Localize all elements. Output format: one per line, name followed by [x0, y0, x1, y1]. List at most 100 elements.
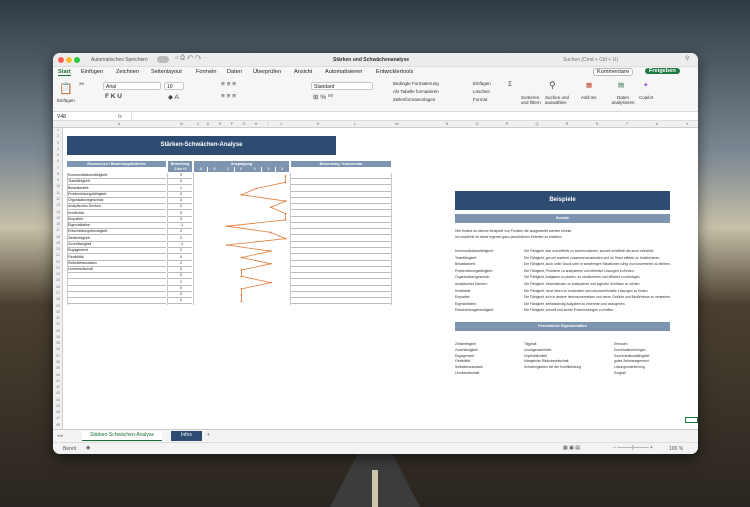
- row-header-21[interactable]: 21: [53, 253, 63, 259]
- criterion-name[interactable]: Teamfähigkeit:: [68, 179, 166, 186]
- row-header-34[interactable]: 34: [53, 335, 63, 341]
- conditional-format-button[interactable]: Bedingte Formatierung: [393, 81, 439, 86]
- criterion-comment[interactable]: [291, 255, 391, 261]
- criterion-rating[interactable]: 0: [168, 192, 192, 198]
- cell-styles-button[interactable]: Zellenformatvorlagen: [393, 97, 435, 102]
- row-header-29[interactable]: 29: [53, 304, 63, 310]
- criterion-comment[interactable]: [291, 211, 391, 217]
- row-header-42[interactable]: 42: [53, 385, 63, 391]
- col-header-P[interactable]: P: [492, 122, 522, 126]
- criterion-name[interactable]: Problemlösungsfähigkeit:: [68, 192, 166, 198]
- criterion-rating[interactable]: 3: [168, 211, 192, 217]
- tab-daten[interactable]: Daten: [227, 69, 242, 75]
- autosave-toggle[interactable]: [157, 56, 169, 63]
- row-header-48[interactable]: 48: [53, 423, 63, 429]
- criterion-rating[interactable]: 3: [168, 198, 192, 205]
- criterion-comment[interactable]: [291, 173, 391, 179]
- share-button[interactable]: Freigeben: [645, 68, 680, 74]
- row-header-32[interactable]: 32: [53, 322, 63, 328]
- criterion-name[interactable]: Zuverlässigkeit: [68, 242, 166, 248]
- align-icons[interactable]: ≡ ≡ ≡: [221, 81, 236, 88]
- row-header-7[interactable]: 7: [53, 166, 63, 172]
- sheet-tab-infos[interactable]: Infos: [171, 431, 202, 441]
- criterion-rating[interactable]: 1: [168, 186, 192, 192]
- row-header-41[interactable]: 41: [53, 379, 63, 385]
- cut-icon[interactable]: ✂: [79, 80, 84, 88]
- criterion-comment[interactable]: [291, 286, 391, 292]
- criterion-rating[interactable]: 0: [168, 267, 192, 274]
- tab-start[interactable]: Start: [58, 69, 71, 76]
- accessibility-icon[interactable]: ◉: [86, 445, 90, 451]
- criterion-name[interactable]: Organisationsgeschick:: [68, 198, 166, 205]
- criterion-rating[interactable]: 0: [168, 292, 192, 299]
- insert-cells-button[interactable]: Einfügen: [473, 81, 491, 86]
- criterion-rating[interactable]: 2: [168, 280, 192, 286]
- col-header-M[interactable]: M: [362, 122, 432, 126]
- search-box[interactable]: Suchen (Cmd + Ctrl + U): [563, 57, 618, 63]
- col-header-N[interactable]: N: [432, 122, 462, 126]
- row-header-11[interactable]: 11: [53, 191, 63, 197]
- row-header-22[interactable]: 22: [53, 260, 63, 266]
- row-header-15[interactable]: 15: [53, 216, 63, 222]
- criterion-rating[interactable]: 0: [168, 298, 192, 305]
- criterion-comment[interactable]: [291, 298, 391, 305]
- format-cells-button[interactable]: Format: [473, 97, 487, 102]
- criterion-comment[interactable]: [291, 248, 391, 255]
- fill-color-icon[interactable]: ◆ A: [168, 93, 179, 101]
- percent-icon[interactable]: ⊞ % ⁰⁰: [313, 93, 333, 101]
- formula-input[interactable]: [131, 113, 691, 120]
- row-header-44[interactable]: 44: [53, 398, 63, 404]
- tab-einfuegen[interactable]: Einfügen: [81, 69, 103, 75]
- criterion-name[interactable]: [68, 298, 166, 305]
- row-header-28[interactable]: 28: [53, 297, 63, 303]
- col-header-V[interactable]: V: [672, 122, 698, 126]
- col-header-F[interactable]: F: [226, 122, 238, 126]
- criterion-name[interactable]: Eigeninitiative:: [68, 223, 166, 230]
- criterion-rating[interactable]: 3: [168, 217, 192, 223]
- criterion-comment[interactable]: [291, 273, 391, 280]
- row-header-14[interactable]: 14: [53, 210, 63, 216]
- col-header-R[interactable]: R: [552, 122, 582, 126]
- copilot-icon[interactable]: ✦: [643, 81, 648, 89]
- row-header-6[interactable]: 6: [53, 159, 63, 165]
- col-header-C[interactable]: C: [194, 122, 202, 126]
- tab-ansicht[interactable]: Ansicht: [294, 69, 312, 75]
- find-select-button[interactable]: Suchen und auswählen: [545, 95, 573, 105]
- criterion-comment[interactable]: [291, 280, 391, 286]
- paste-icon[interactable]: 📋: [59, 82, 73, 95]
- row-header-40[interactable]: 40: [53, 373, 63, 379]
- criterion-name[interactable]: Selbstbewusstsein: [68, 261, 166, 267]
- row-header-33[interactable]: 33: [53, 329, 63, 335]
- delete-cells-button[interactable]: Löschen: [473, 89, 490, 94]
- minimize-icon[interactable]: [66, 57, 72, 63]
- row-header-4[interactable]: 4: [53, 147, 63, 153]
- comments-button[interactable]: Kommentare: [593, 68, 634, 76]
- col-header-D[interactable]: D: [202, 122, 214, 126]
- number-format-select[interactable]: Standard: [311, 82, 373, 90]
- row-header-26[interactable]: 26: [53, 285, 63, 291]
- sum-icon[interactable]: Σ: [508, 81, 512, 88]
- active-cell[interactable]: [685, 417, 698, 423]
- zoom-icon[interactable]: [74, 57, 80, 63]
- row-header-37[interactable]: 37: [53, 354, 63, 360]
- row-header-30[interactable]: 30: [53, 310, 63, 316]
- row-header-46[interactable]: 46: [53, 410, 63, 416]
- toolbar-icons[interactable]: ⌂ ⎙ ↶ ↷ ⋯: [175, 55, 209, 62]
- col-header-L[interactable]: L: [348, 122, 362, 126]
- row-header-13[interactable]: 13: [53, 203, 63, 209]
- row-header-43[interactable]: 43: [53, 391, 63, 397]
- criterion-rating[interactable]: 2: [168, 229, 192, 236]
- row-header-12[interactable]: 12: [53, 197, 63, 203]
- row-header-16[interactable]: 16: [53, 222, 63, 228]
- col-header-B[interactable]: B: [169, 122, 194, 126]
- col-header-J[interactable]: J: [274, 122, 288, 126]
- criterion-comment[interactable]: [291, 242, 391, 248]
- col-header-K[interactable]: K: [288, 122, 348, 126]
- row-header-9[interactable]: 9: [53, 178, 63, 184]
- row-header-17[interactable]: 17: [53, 228, 63, 234]
- criterion-name[interactable]: Empathie:: [68, 217, 166, 223]
- worksheet[interactable]: Stärken-Schwächen-Analyse Ressourcen / B…: [63, 128, 698, 429]
- bold-icon[interactable]: F K U: [105, 93, 122, 100]
- row-header-38[interactable]: 38: [53, 360, 63, 366]
- find-icon[interactable]: ⚲: [549, 80, 556, 91]
